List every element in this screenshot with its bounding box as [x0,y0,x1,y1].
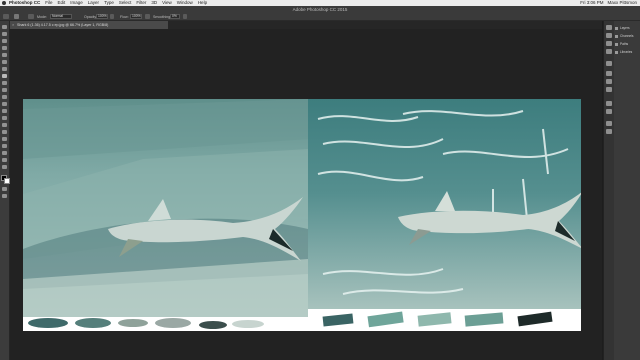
path-select-tool-icon[interactable] [2,137,7,141]
navigator-icon[interactable] [606,129,612,134]
info-icon[interactable] [606,121,612,126]
panel-libraries-label: Libraries [620,50,633,54]
shape-tool-icon[interactable] [2,144,7,148]
collapsed-panels: Layers Channels Paths Libraries [614,21,640,360]
mode-select[interactable]: Normal [50,14,72,19]
panel-paths-label: Paths [620,42,629,46]
panel-layers-label: Layers [620,26,630,30]
crop-tool-icon[interactable] [2,53,7,57]
panel-channels[interactable]: Channels [615,33,640,39]
brush-icon[interactable] [3,14,9,19]
canvas-area[interactable] [10,29,602,360]
pressure-icon[interactable] [110,14,114,19]
reference-photo [308,99,581,331]
screen-mode-icon[interactable] [2,194,7,198]
flow-field[interactable]: 100% [130,14,142,19]
document-tabs: × Shark 6 (1.36) 4.17.5 c ep.jpg @ 66.7%… [10,21,602,29]
actions-icon[interactable] [606,33,612,38]
panel-channels-label: Channels [620,34,634,38]
brush-tool-icon[interactable] [2,74,7,78]
document-canvas[interactable] [23,99,581,331]
eyedropper-tool-icon[interactable] [2,60,7,64]
document-tab-title: Shark 6 (1.36) 4.17.5 c ep.jpg @ 66.7% (… [17,23,109,27]
panel-dock-icons [603,21,614,360]
channels-icon [615,34,618,38]
gradient-tool-icon[interactable] [2,102,7,106]
lasso-tool-icon[interactable] [2,39,7,43]
history-brush-tool-icon[interactable] [2,88,7,92]
options-bar: Adobe Photoshop CC 2015 Mode: Normal Opa… [0,6,640,21]
quick-select-tool-icon[interactable] [2,46,7,50]
smoothing-settings-icon[interactable] [183,14,187,19]
painted-study [23,99,308,331]
paths-icon [615,42,618,46]
clone-stamp-tool-icon[interactable] [2,81,7,85]
smoothing-field[interactable]: 0% [170,14,180,19]
window-title: Adobe Photoshop CC 2015 [292,7,348,12]
color-icon[interactable] [606,87,612,92]
smoothing-label: Smoothing: [153,15,172,19]
move-tool-icon[interactable] [2,25,7,29]
layers-icon [615,26,618,30]
mode-label: Mode: [37,15,47,19]
pen-tool-icon[interactable] [2,123,7,127]
history-icon[interactable] [606,25,612,30]
brushes-icon[interactable] [606,49,612,54]
quick-mask-icon[interactable] [2,187,7,191]
hand-tool-icon[interactable] [2,151,7,155]
character-icon[interactable] [606,101,612,106]
styles-icon[interactable] [606,79,612,84]
panel-paths[interactable]: Paths [615,41,640,47]
blur-tool-icon[interactable] [2,109,7,113]
eraser-tool-icon[interactable] [2,95,7,99]
healing-tool-icon[interactable] [2,67,7,71]
apple-icon[interactable] [2,1,6,5]
swatches-icon[interactable] [606,41,612,46]
more-tools-icon[interactable] [2,165,7,169]
type-tool-icon[interactable] [2,130,7,134]
dodge-tool-icon[interactable] [2,116,7,120]
libraries-icon [615,50,618,54]
brush-preset-icon[interactable] [14,14,19,19]
paragraph-icon[interactable] [606,109,612,114]
airbrush-icon[interactable] [145,14,150,19]
opacity-field[interactable]: 100% [96,14,108,19]
panel-libraries[interactable]: Libraries [615,49,640,55]
panel-layers[interactable]: Layers [615,25,640,31]
flow-label: Flow: [120,15,129,19]
zoom-tool-icon[interactable] [2,158,7,162]
properties-icon[interactable] [606,61,612,66]
document-tab[interactable]: × Shark 6 (1.36) 4.17.5 c ep.jpg @ 66.7%… [10,21,168,29]
brush-panel-icon[interactable] [28,14,34,19]
tools-panel [0,21,10,360]
close-icon[interactable]: × [12,21,14,29]
adjustments-icon[interactable] [606,71,612,76]
marquee-tool-icon[interactable] [2,32,7,36]
artwork [23,99,581,331]
